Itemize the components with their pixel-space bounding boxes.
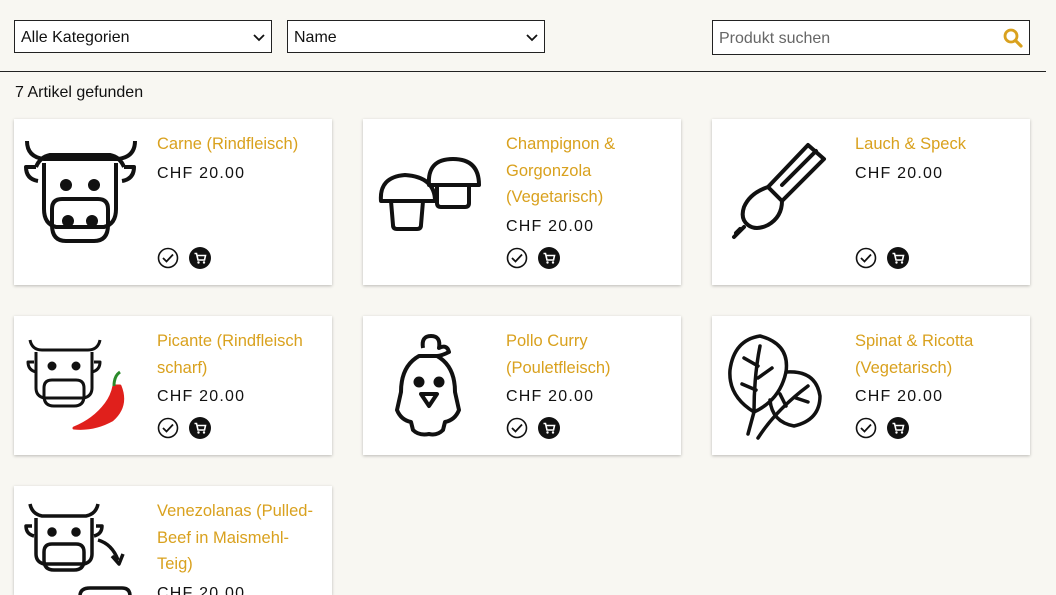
product-price: CHF 20.00 <box>506 388 595 405</box>
chevron-down-icon <box>526 21 538 54</box>
product-name[interactable]: Champignon & Gorgonzola (Vegetarisch) <box>506 131 671 211</box>
check-icon[interactable] <box>506 417 528 439</box>
product-price: CHF 20.00 <box>855 388 944 405</box>
product-price: CHF 20.00 <box>506 217 595 235</box>
product-card[interactable]: Picante (Rindfleisch scharf) CHF 20.00 <box>14 316 332 455</box>
product-price: CHF 20.00 <box>157 388 246 405</box>
category-select[interactable]: Alle Kategorien <box>14 20 272 53</box>
product-price: CHF 20.00 <box>157 164 246 182</box>
product-name[interactable]: Lauch & Speck <box>855 131 1020 158</box>
cow-icon <box>22 129 140 247</box>
product-name[interactable]: Spinat & Ricotta (Vegetarisch) <box>855 328 1020 381</box>
cart-icon[interactable] <box>189 417 211 439</box>
leek-icon <box>720 129 838 247</box>
search-input[interactable] <box>713 21 1001 56</box>
check-icon[interactable] <box>855 247 877 269</box>
search-icon[interactable] <box>1003 28 1023 48</box>
sort-select[interactable]: Name <box>287 20 545 53</box>
check-icon[interactable] <box>157 247 179 269</box>
product-card[interactable]: Carne (Rindfleisch) CHF 20.00 <box>14 119 332 285</box>
category-select-value: Alle Kategorien <box>21 29 130 46</box>
product-name[interactable]: Venezolanas (Pulled-Beef in Maismehl-Tei… <box>157 498 322 578</box>
filter-bar: Alle Kategorien Name <box>0 0 1046 72</box>
sort-select-value: Name <box>294 29 337 46</box>
check-icon[interactable] <box>157 417 179 439</box>
check-icon[interactable] <box>855 417 877 439</box>
cart-icon[interactable] <box>887 247 909 269</box>
product-price: CHF 20.00 <box>855 164 944 182</box>
cart-icon[interactable] <box>538 417 560 439</box>
chevron-down-icon <box>253 21 265 54</box>
product-name[interactable]: Pollo Curry (Pouletfleisch) <box>506 328 671 381</box>
cow-chili-icon <box>22 326 140 444</box>
cart-icon[interactable] <box>538 247 560 269</box>
mushroom-icon <box>371 129 489 247</box>
product-card[interactable]: Lauch & Speck CHF 20.00 <box>712 119 1030 285</box>
check-icon[interactable] <box>506 247 528 269</box>
spinach-icon <box>720 326 838 444</box>
product-price: CHF 20.00 <box>157 584 246 595</box>
cart-icon[interactable] <box>887 417 909 439</box>
product-card[interactable]: Pollo Curry (Pouletfleisch) CHF 20.00 <box>363 316 681 455</box>
cart-icon[interactable] <box>189 247 211 269</box>
search-box <box>712 20 1030 56</box>
cow-pulled-beef-icon <box>22 496 140 595</box>
product-card[interactable]: Champignon & Gorgonzola (Vegetarisch) CH… <box>363 119 681 285</box>
product-card[interactable]: Venezolanas (Pulled-Beef in Maismehl-Tei… <box>14 486 332 595</box>
product-name[interactable]: Picante (Rindfleisch scharf) <box>157 328 322 381</box>
product-card[interactable]: Spinat & Ricotta (Vegetarisch) CHF 20.00 <box>712 316 1030 455</box>
result-count: 7 Artikel gefunden <box>15 84 144 101</box>
chicken-icon <box>371 326 489 444</box>
product-name[interactable]: Carne (Rindfleisch) <box>157 131 322 158</box>
